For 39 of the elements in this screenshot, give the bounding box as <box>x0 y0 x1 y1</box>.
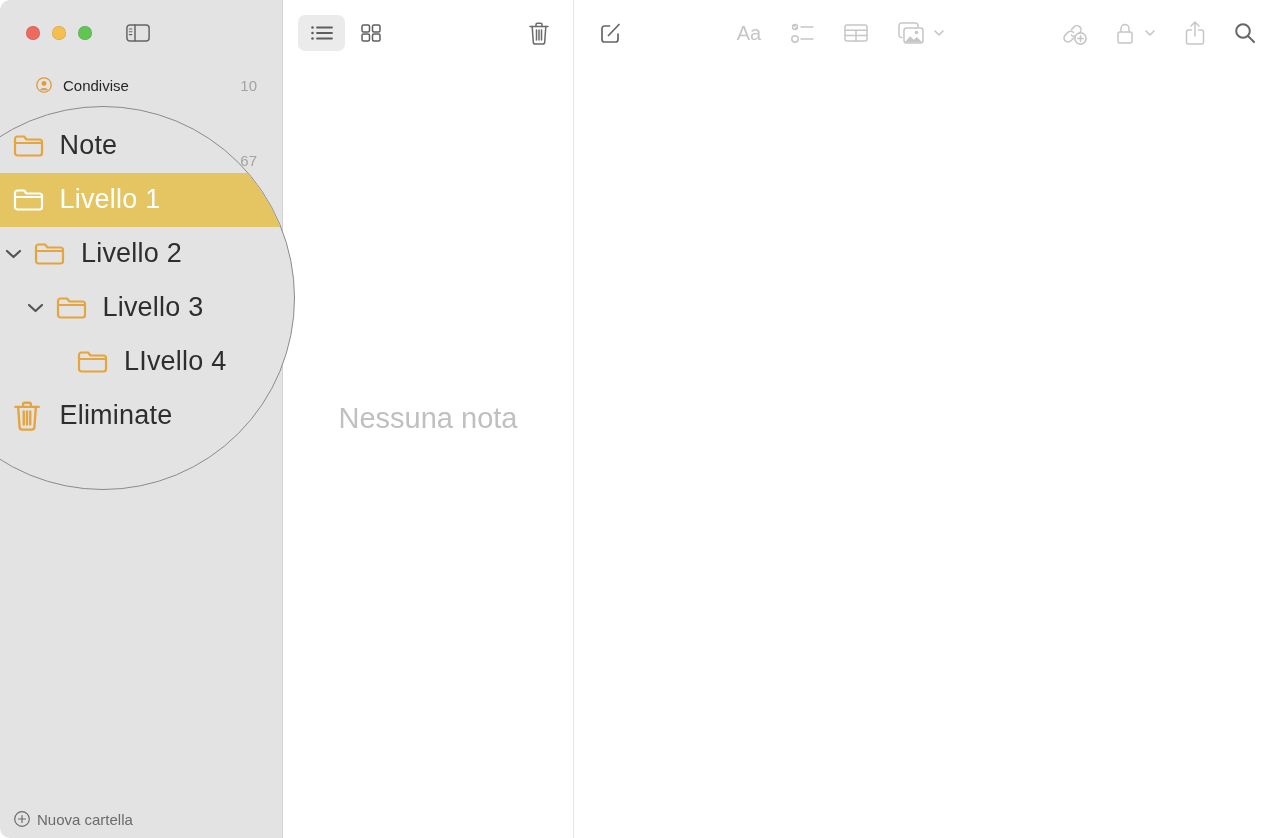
minimize-button[interactable] <box>52 26 66 40</box>
search-icon <box>1235 23 1255 43</box>
close-button[interactable] <box>26 26 40 40</box>
sidebar-item-label[interactable]: Condivise <box>63 76 129 94</box>
chevron-icon <box>934 30 945 36</box>
share-icon <box>1185 21 1205 45</box>
person-circle-icon <box>36 77 52 93</box>
folder-icon <box>12 134 44 157</box>
new-folder-button[interactable]: Nuova cartella <box>14 809 133 829</box>
list-view-button[interactable] <box>298 15 345 51</box>
note-count: 67 <box>240 151 257 169</box>
compose-button[interactable] <box>600 22 620 44</box>
lock-icon <box>1117 22 1133 44</box>
compose-icon <box>600 22 620 44</box>
folder-label[interactable]: Eliminate <box>59 400 173 431</box>
folder-label[interactable]: Livello 2 <box>81 238 182 269</box>
sidebar-icon <box>126 24 150 42</box>
plus-circle-icon <box>14 811 30 827</box>
grid-icon <box>360 24 381 42</box>
photos-icon <box>898 22 925 44</box>
folder-icon <box>55 296 87 319</box>
trash-icon <box>529 21 549 45</box>
folder-label[interactable]: Livello 3 <box>102 292 204 323</box>
empty-message: Nessuna nota <box>338 402 518 435</box>
table-icon <box>844 24 869 42</box>
search-button[interactable] <box>1235 23 1255 43</box>
trash-icon <box>13 400 40 431</box>
note-count: 10 <box>240 76 257 94</box>
folder-icon <box>77 350 108 373</box>
folder-icon <box>12 188 44 211</box>
sidebar-toggle-button[interactable] <box>126 24 150 42</box>
zoom-button[interactable] <box>78 26 92 40</box>
checklist-icon <box>791 23 815 43</box>
folder-icon <box>34 242 65 265</box>
folder-label[interactable]: LIvello 4 <box>124 346 227 377</box>
delete-button[interactable] <box>529 21 549 45</box>
list-icon <box>310 26 333 40</box>
chevron-icon <box>1145 30 1155 36</box>
folder-label[interactable]: Note <box>59 130 118 161</box>
